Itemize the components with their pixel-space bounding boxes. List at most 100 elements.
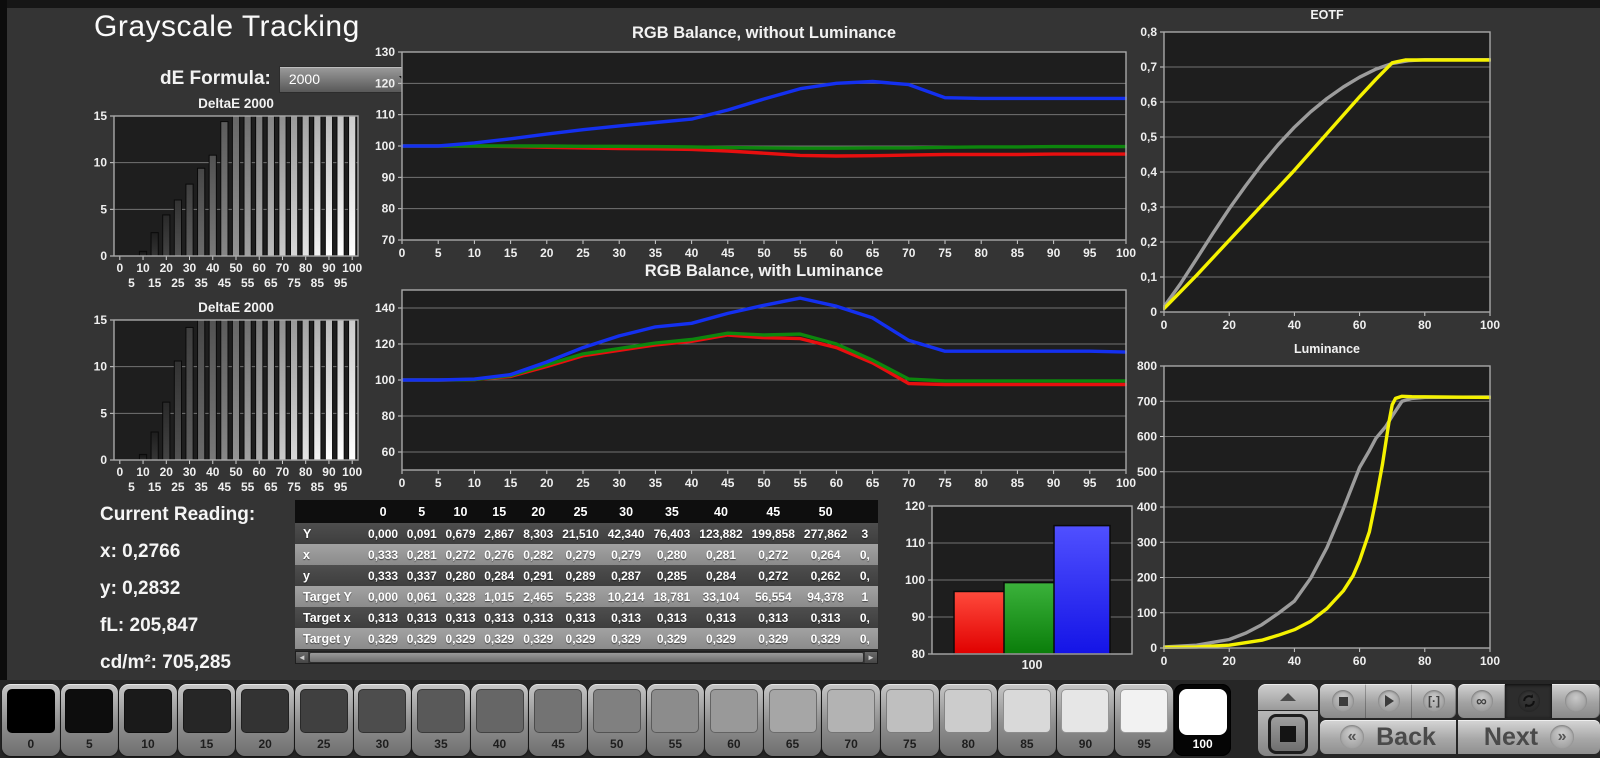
pattern-swatch-100[interactable]: 100	[1173, 684, 1232, 756]
svg-text:80: 80	[382, 409, 396, 423]
pattern-swatch-65[interactable]: 65	[763, 684, 822, 756]
pattern-swatch-0[interactable]: 0	[2, 684, 60, 756]
table-row-label: Y	[295, 523, 364, 544]
table-cell: 10,214	[603, 586, 649, 607]
svg-text:100: 100	[1480, 318, 1500, 332]
table-cell: 1	[851, 586, 878, 607]
svg-text:100: 100	[1480, 654, 1500, 668]
svg-text:30: 30	[613, 476, 627, 490]
pattern-swatch-60[interactable]: 60	[705, 684, 763, 756]
svg-text:55: 55	[794, 246, 808, 260]
svg-text:20: 20	[540, 246, 554, 260]
record-button[interactable]	[1552, 684, 1600, 718]
pattern-swatch-70[interactable]: 70	[822, 684, 880, 756]
pattern-swatch-40[interactable]: 40	[470, 684, 529, 756]
scroll-left-arrow-icon[interactable]: ◄	[296, 652, 308, 663]
table-cell: 0,313	[694, 607, 748, 628]
table-cell: 94,378	[799, 586, 852, 607]
table-column-header: 40	[694, 500, 748, 523]
gray-chip	[1002, 689, 1051, 733]
pattern-swatch-55[interactable]: 55	[646, 684, 705, 756]
svg-text:90: 90	[912, 610, 926, 624]
svg-text:0,7: 0,7	[1140, 60, 1157, 74]
next-button[interactable]: Next »	[1458, 720, 1600, 754]
gray-chip	[1178, 689, 1227, 735]
svg-text:30: 30	[183, 261, 197, 275]
table-cell: 0,313	[518, 607, 558, 628]
continuous-measure-button[interactable]: ∞	[1458, 684, 1505, 718]
table-column-header: 25	[557, 500, 604, 523]
gray-chip	[1120, 689, 1169, 733]
auto-refresh-button[interactable]	[1505, 684, 1552, 718]
svg-text:70: 70	[902, 476, 916, 490]
svg-text:95: 95	[1083, 246, 1097, 260]
table-cell: 0,313	[603, 607, 649, 628]
gray-chip	[475, 689, 524, 733]
pattern-swatch-15[interactable]: 15	[177, 684, 236, 756]
scrollbar-thumb[interactable]	[309, 652, 864, 663]
pattern-swatch-25[interactable]: 25	[294, 684, 353, 756]
pattern-swatch-45[interactable]: 45	[529, 684, 587, 756]
swatch-label: 55	[668, 737, 682, 751]
rgb-balance-with-luminance-chart: RGB Balance, with Luminance 60 80 100 120 140…	[352, 262, 1136, 514]
svg-text:80: 80	[1418, 318, 1432, 332]
svg-text:10: 10	[468, 246, 482, 260]
svg-text:20: 20	[1223, 654, 1237, 668]
pattern-window-button[interactable]	[1258, 711, 1318, 756]
svg-text:10: 10	[94, 360, 108, 374]
table-column-header: 15	[479, 500, 519, 523]
svg-text:45: 45	[721, 476, 735, 490]
table-cell: 0,281	[694, 544, 748, 565]
table-cell: 0,091	[402, 523, 442, 544]
pattern-swatch-90[interactable]: 90	[1056, 684, 1115, 756]
svg-text:25: 25	[171, 276, 185, 290]
table-cell: 21,510	[557, 523, 604, 544]
stop-button[interactable]	[1320, 684, 1366, 718]
back-button[interactable]: « Back	[1320, 720, 1456, 754]
next-chevrons-icon: »	[1550, 725, 1575, 749]
gray-chip	[768, 689, 817, 733]
gray-chip	[534, 689, 583, 733]
pattern-swatch-95[interactable]: 95	[1115, 684, 1173, 756]
svg-text:90: 90	[322, 261, 336, 275]
current-reading-panel: Current Reading: x: 0,2766 y: 0,2832 fL:…	[100, 504, 255, 689]
table-horizontal-scrollbar[interactable]: ◄ ►	[295, 651, 878, 664]
svg-text:95: 95	[334, 276, 348, 290]
pattern-swatch-50[interactable]: 50	[587, 684, 646, 756]
svg-text:5: 5	[435, 476, 442, 490]
table-cell: 5,238	[557, 586, 604, 607]
pattern-swatch-85[interactable]: 85	[998, 684, 1056, 756]
back-button-label: Back	[1376, 722, 1436, 751]
play-button[interactable]	[1366, 684, 1412, 718]
pattern-swatch-35[interactable]: 35	[412, 684, 470, 756]
table-cell: 0,284	[479, 565, 519, 586]
svg-text:65: 65	[264, 276, 278, 290]
table-cell: 8,303	[518, 523, 558, 544]
single-measure-button[interactable]: [·]	[1412, 684, 1456, 718]
gray-chip	[709, 689, 758, 733]
window-left-edge	[0, 0, 7, 758]
pattern-swatch-30[interactable]: 30	[353, 684, 412, 756]
swatch-label: 40	[492, 737, 507, 751]
table-cell: 0,	[851, 628, 878, 649]
svg-text:20: 20	[160, 261, 174, 275]
scroll-right-arrow-icon[interactable]: ►	[865, 652, 877, 663]
pattern-popup-button[interactable]	[1258, 684, 1318, 710]
pattern-swatch-20[interactable]: 20	[236, 684, 294, 756]
swatch-label: 90	[1078, 737, 1093, 751]
table-cell: 33,104	[694, 586, 748, 607]
svg-text:500: 500	[1137, 465, 1157, 479]
pattern-swatch-80[interactable]: 80	[939, 684, 998, 756]
pattern-window-icon	[1268, 713, 1308, 754]
svg-text:0,1: 0,1	[1140, 270, 1157, 284]
deltae-chart-2: DeltaE 2000 0 5 10 15 0 10 20 30 40 50 60 70 80 90 100 5…	[70, 300, 363, 504]
chevron-up-icon	[1280, 693, 1296, 701]
table-column-header: 30	[603, 500, 649, 523]
pattern-swatch-75[interactable]: 75	[880, 684, 939, 756]
table-cell: 0,329	[603, 628, 649, 649]
table-cell: 0,289	[557, 565, 604, 586]
pattern-swatch-10[interactable]: 10	[119, 684, 177, 756]
svg-text:70: 70	[902, 246, 916, 260]
pattern-swatch-5[interactable]: 5	[60, 684, 119, 756]
table-row: Target y 0,329 0,329 0,329 0,329 0,329 0,329 0,…	[295, 628, 878, 649]
